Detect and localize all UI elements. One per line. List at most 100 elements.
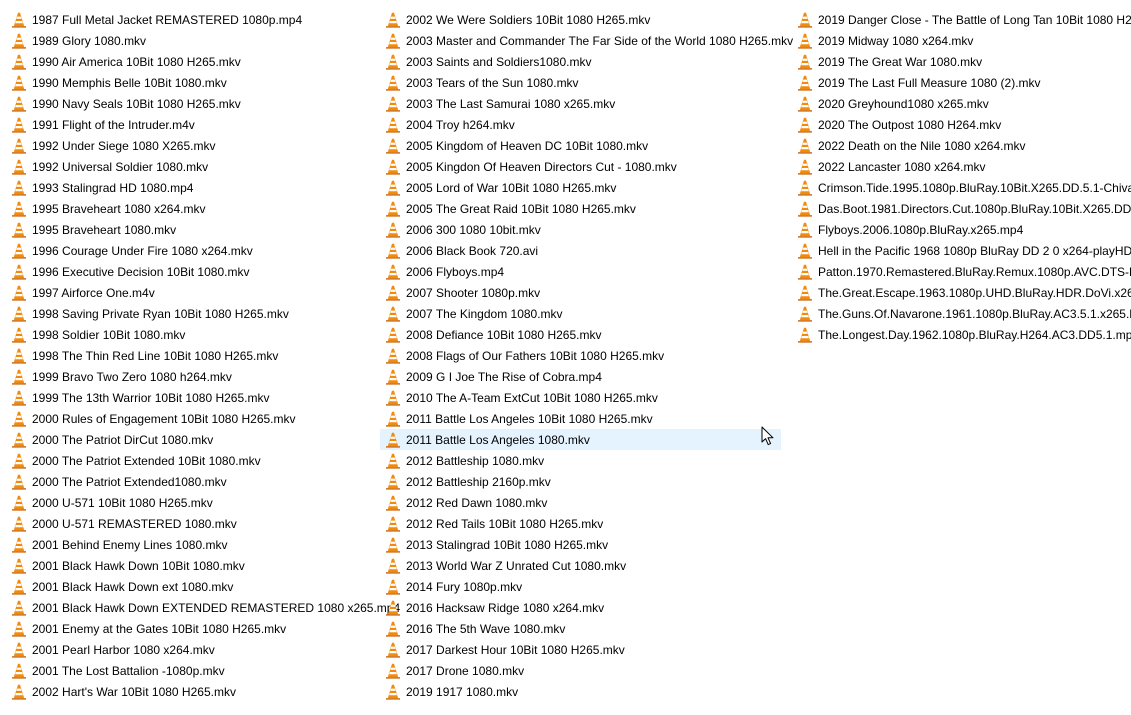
file-item[interactable]: 2012 Red Tails 10Bit 1080 H265.mkv [380, 513, 781, 534]
file-item[interactable]: 2001 Black Hawk Down 10Bit 1080.mkv [6, 555, 374, 576]
file-item[interactable]: 2019 Midway 1080 x264.mkv [792, 30, 1131, 51]
file-item[interactable]: The.Great.Escape.1963.1080p.UHD.BluRay.H… [792, 282, 1131, 303]
file-item[interactable]: 1997 Airforce One.m4v [6, 282, 374, 303]
file-item[interactable]: 2003 Master and Commander The Far Side o… [380, 30, 793, 51]
file-item[interactable]: 1990 Navy Seals 10Bit 1080 H265.mkv [6, 93, 374, 114]
file-item[interactable]: 1993 Stalingrad HD 1080.mp4 [6, 177, 374, 198]
file-name: 1992 Under Siege 1080 X265.mkv [32, 138, 216, 153]
file-item[interactable]: 2019 Danger Close - The Battle of Long T… [792, 9, 1131, 30]
file-item[interactable]: 1995 Braveheart 1080.mkv [6, 219, 374, 240]
file-item[interactable]: 2019 1917 1080.mkv [380, 681, 781, 702]
file-item[interactable]: 2017 Darkest Hour 10Bit 1080 H265.mkv [380, 639, 781, 660]
file-name: 2011 Battle Los Angeles 10Bit 1080 H265.… [406, 411, 653, 426]
file-item[interactable]: 2012 Battleship 2160p.mkv [380, 471, 781, 492]
file-item[interactable]: 2012 Red Dawn 1080.mkv [380, 492, 781, 513]
file-list[interactable]: 1987 Full Metal Jacket REMASTERED 1080p.… [0, 0, 1131, 715]
vlc-cone-icon [386, 54, 400, 70]
file-item[interactable]: 1989 Glory 1080.mkv [6, 30, 374, 51]
file-item[interactable]: 1987 Full Metal Jacket REMASTERED 1080p.… [6, 9, 374, 30]
file-item[interactable]: 2000 The Patriot DirCut 1080.mkv [6, 429, 374, 450]
file-item[interactable]: 1991 Flight of the Intruder.m4v [6, 114, 374, 135]
file-item[interactable]: 1999 Bravo Two Zero 1080 h264.mkv [6, 366, 374, 387]
file-item[interactable]: 2005 The Great Raid 10Bit 1080 H265.mkv [380, 198, 781, 219]
file-item[interactable]: 2009 G I Joe The Rise of Cobra.mp4 [380, 366, 781, 387]
file-item[interactable]: 2017 Drone 1080.mkv [380, 660, 781, 681]
file-item[interactable]: 2020 Greyhound1080 x265.mkv [792, 93, 1131, 114]
vlc-cone-icon [386, 642, 400, 658]
vlc-cone-icon [798, 285, 812, 301]
file-name: 2019 1917 1080.mkv [406, 684, 519, 699]
file-item[interactable]: 2022 Lancaster 1080 x264.mkv [792, 156, 1131, 177]
file-item[interactable]: 2011 Battle Los Angeles 1080.mkv [380, 429, 781, 450]
file-item[interactable]: 2002 Hart's War 10Bit 1080 H265.mkv [6, 681, 374, 702]
file-item[interactable]: 2000 The Patriot Extended 10Bit 1080.mkv [6, 450, 374, 471]
file-name: 1996 Courage Under Fire 1080 x264.mkv [32, 243, 253, 258]
vlc-cone-icon [798, 201, 812, 217]
file-item[interactable]: 1995 Braveheart 1080 x264.mkv [6, 198, 374, 219]
file-item[interactable]: 2001 Black Hawk Down EXTENDED REMASTERED… [6, 597, 400, 618]
file-item[interactable]: 2020 The Outpost 1080 H264.mkv [792, 114, 1131, 135]
file-item[interactable]: 1996 Executive Decision 10Bit 1080.mkv [6, 261, 374, 282]
file-item[interactable]: 2001 The Lost Battalion -1080p.mkv [6, 660, 374, 681]
file-item[interactable]: 2005 Kingdon Of Heaven Directors Cut - 1… [380, 156, 781, 177]
file-name: 2003 Master and Commander The Far Side o… [406, 33, 794, 48]
file-item[interactable]: 1999 The 13th Warrior 10Bit 1080 H265.mk… [6, 387, 374, 408]
file-item[interactable]: 2016 The 5th Wave 1080.mkv [380, 618, 781, 639]
file-item[interactable]: Patton.1970.Remastered.BluRay.Remux.1080… [792, 261, 1131, 282]
file-item[interactable]: 2016 Hacksaw Ridge 1080 x264.mkv [380, 597, 781, 618]
file-item[interactable]: Das.Boot.1981.Directors.Cut.1080p.BluRay… [792, 198, 1131, 219]
file-item[interactable]: 1990 Memphis Belle 10Bit 1080.mkv [6, 72, 374, 93]
file-item[interactable]: 2010 The A-Team ExtCut 10Bit 1080 H265.m… [380, 387, 781, 408]
file-item[interactable]: Hell in the Pacific 1968 1080p BluRay DD… [792, 240, 1131, 261]
file-item[interactable]: 2005 Kingdom of Heaven DC 10Bit 1080.mkv [380, 135, 781, 156]
file-item[interactable]: The.Longest.Day.1962.1080p.BluRay.H264.A… [792, 324, 1131, 345]
vlc-cone-icon [386, 348, 400, 364]
file-item[interactable]: 1998 Soldier 10Bit 1080.mkv [6, 324, 374, 345]
file-item[interactable]: 2003 The Last Samurai 1080 x265.mkv [380, 93, 781, 114]
file-item[interactable]: 1996 Courage Under Fire 1080 x264.mkv [6, 240, 374, 261]
file-item[interactable]: 2019 The Great War 1080.mkv [792, 51, 1131, 72]
file-item[interactable]: 2003 Tears of the Sun 1080.mkv [380, 72, 781, 93]
file-item[interactable]: 2006 300 1080 10bit.mkv [380, 219, 781, 240]
file-name: 2004 Troy h264.mkv [406, 117, 515, 132]
file-item[interactable]: 1992 Universal Soldier 1080.mkv [6, 156, 374, 177]
file-item[interactable]: 2011 Battle Los Angeles 10Bit 1080 H265.… [380, 408, 781, 429]
file-item[interactable]: 2006 Black Book 720.avi [380, 240, 781, 261]
file-item[interactable]: 2006 Flyboys.mp4 [380, 261, 781, 282]
file-item[interactable]: Flyboys.2006.1080p.BluRay.x265.mp4 [792, 219, 1131, 240]
file-name: 1998 Saving Private Ryan 10Bit 1080 H265… [32, 306, 289, 321]
file-item[interactable]: 2002 We Were Soldiers 10Bit 1080 H265.mk… [380, 9, 781, 30]
file-item[interactable]: 2004 Troy h264.mkv [380, 114, 781, 135]
file-item[interactable]: 2008 Defiance 10Bit 1080 H265.mkv [380, 324, 781, 345]
file-item[interactable]: Crimson.Tide.1995.1080p.BluRay.10Bit.X26… [792, 177, 1131, 198]
vlc-cone-icon [386, 453, 400, 469]
vlc-cone-icon [12, 180, 26, 196]
file-item[interactable]: 2014 Fury 1080p.mkv [380, 576, 781, 597]
file-item[interactable]: 2005 Lord of War 10Bit 1080 H265.mkv [380, 177, 781, 198]
file-item[interactable]: 1998 The Thin Red Line 10Bit 1080 H265.m… [6, 345, 374, 366]
vlc-cone-icon [12, 159, 26, 175]
file-item[interactable]: 2000 U-571 10Bit 1080 H265.mkv [6, 492, 374, 513]
file-item[interactable]: 2013 World War Z Unrated Cut 1080.mkv [380, 555, 781, 576]
file-item[interactable]: 1992 Under Siege 1080 X265.mkv [6, 135, 374, 156]
file-item[interactable]: 2001 Black Hawk Down ext 1080.mkv [6, 576, 374, 597]
file-item[interactable]: The.Guns.Of.Navarone.1961.1080p.BluRay.A… [792, 303, 1131, 324]
file-item[interactable]: 2001 Behind Enemy Lines 1080.mkv [6, 534, 374, 555]
file-item[interactable]: 2001 Pearl Harbor 1080 x264.mkv [6, 639, 374, 660]
file-item[interactable]: 1998 Saving Private Ryan 10Bit 1080 H265… [6, 303, 374, 324]
file-item[interactable]: 2019 The Last Full Measure 1080 (2).mkv [792, 72, 1131, 93]
file-item[interactable]: 2013 Stalingrad 10Bit 1080 H265.mkv [380, 534, 781, 555]
file-name: 2001 Black Hawk Down EXTENDED REMASTERED… [32, 600, 401, 615]
file-item[interactable]: 2007 The Kingdom 1080.mkv [380, 303, 781, 324]
file-item[interactable]: 2003 Saints and Soldiers1080.mkv [380, 51, 781, 72]
file-item[interactable]: 2007 Shooter 1080p.mkv [380, 282, 781, 303]
file-item[interactable]: 2000 U-571 REMASTERED 1080.mkv [6, 513, 374, 534]
file-item[interactable]: 2022 Death on the Nile 1080 x264.mkv [792, 135, 1131, 156]
file-item[interactable]: 2008 Flags of Our Fathers 10Bit 1080 H26… [380, 345, 781, 366]
file-item[interactable]: 1990 Air America 10Bit 1080 H265.mkv [6, 51, 374, 72]
file-item[interactable]: 2012 Battleship 1080.mkv [380, 450, 781, 471]
file-item[interactable]: 2000 Rules of Engagement 10Bit 1080 H265… [6, 408, 374, 429]
vlc-cone-icon [12, 12, 26, 28]
file-item[interactable]: 2000 The Patriot Extended1080.mkv [6, 471, 374, 492]
file-item[interactable]: 2001 Enemy at the Gates 10Bit 1080 H265.… [6, 618, 374, 639]
